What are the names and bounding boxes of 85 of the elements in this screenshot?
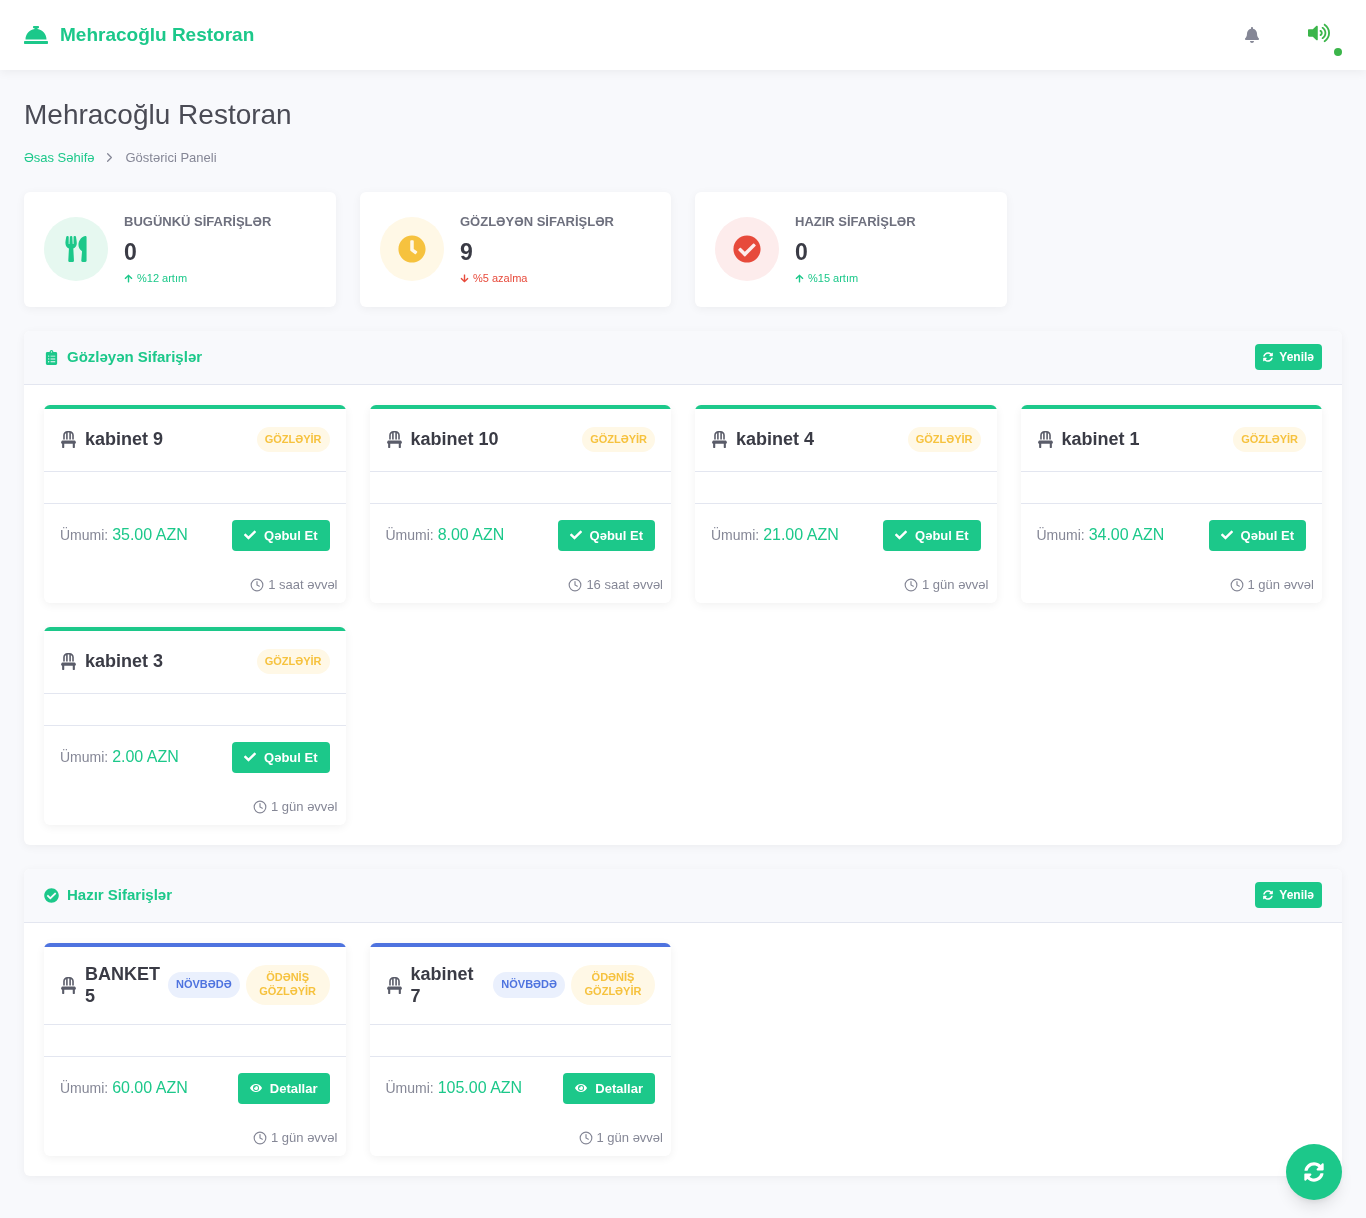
table-name: kabinet 9 <box>85 428 164 451</box>
details-button[interactable]: Detallar <box>237 1072 330 1104</box>
status-badge: NÖVBƏDƏ <box>168 972 240 998</box>
brand-link[interactable]: Mehracoğlu Restoran <box>60 20 255 50</box>
notifications-button[interactable] <box>1244 27 1260 43</box>
details-button[interactable]: Detallar <box>563 1072 655 1104</box>
accept-button[interactable]: Qəbul Et <box>883 519 981 551</box>
accept-button[interactable]: Qəbul Et <box>232 741 330 773</box>
order-total: Ümumi: 21.00 AZN <box>711 525 839 546</box>
check-icon <box>1220 529 1233 542</box>
order-total: Ümumi: 34.00 AZN <box>1036 525 1165 546</box>
order-time: 1 saat əvvəl <box>268 576 338 594</box>
order-total: Ümumi: 60.00 AZN <box>60 1078 188 1099</box>
refresh-button[interactable]: Yenilə <box>1255 344 1322 370</box>
breadcrumb-current: Göstərici Paneli <box>125 149 217 167</box>
table-name: kabinet 7 <box>410 962 474 1008</box>
order-total: Ümumi: 105.00 AZN <box>385 1078 523 1099</box>
order-time: 1 gün əvvəl <box>271 798 338 816</box>
stat-label: HAZIR SİFARİŞLƏR <box>795 212 916 231</box>
order-time: 16 saat əvvəl <box>586 576 663 594</box>
clock-icon <box>250 577 265 592</box>
status-badge: GÖZLƏYİR <box>582 426 655 453</box>
accept-button[interactable]: Qəbul Et <box>1208 519 1306 551</box>
eye-icon <box>575 1082 588 1095</box>
chair-icon <box>60 976 77 994</box>
eye-icon <box>249 1082 262 1095</box>
order-time: 1 gün əvvəl <box>922 576 989 594</box>
table-name: kabinet 3 <box>85 650 164 673</box>
order-time: 1 gün əvvəl <box>271 1129 338 1147</box>
chair-icon <box>385 976 403 994</box>
clock-icon <box>904 577 918 592</box>
order-total: Ümumi: 35.00 AZN <box>60 525 188 546</box>
stat-value: 9 <box>460 238 474 268</box>
stat-change: %5 azalma <box>473 270 528 286</box>
table-name: kabinet 1 <box>1061 428 1140 451</box>
check-icon <box>895 529 908 542</box>
utensils-icon <box>63 236 89 262</box>
clock-icon <box>578 1130 593 1145</box>
stat-value: 0 <box>795 238 809 268</box>
chair-icon <box>60 653 77 670</box>
accept-button[interactable]: Qəbul Et <box>557 519 655 551</box>
order-time: 1 gün əvvəl <box>1247 576 1314 594</box>
status-badge: GÖZLƏYİR <box>907 426 981 453</box>
table-name: BANKET 5 <box>85 962 160 1008</box>
chair-icon <box>1036 431 1054 448</box>
stat-label: BUGÜNKÜ SİFARİŞLƏR <box>124 212 272 231</box>
chair-icon <box>711 431 728 448</box>
clock-icon <box>398 235 426 263</box>
accept-button[interactable]: Qəbul Et <box>232 519 330 551</box>
clock-icon <box>253 799 267 814</box>
clock-icon <box>568 577 583 592</box>
refresh-icon <box>1304 1161 1324 1182</box>
status-badge: NÖVBƏDƏ <box>493 972 565 998</box>
panel-title: Hazır Sifarişlər <box>67 884 173 905</box>
order-time: 1 gün əvvəl <box>596 1129 663 1147</box>
stat-label: GÖZLƏYƏN SİFARİŞLƏR <box>460 212 614 231</box>
stat-change: %15 artım <box>808 270 859 286</box>
refresh-icon <box>1263 352 1274 362</box>
refresh-icon <box>1263 890 1274 900</box>
bell-dome-icon <box>24 23 48 47</box>
clock-icon <box>253 1130 267 1145</box>
status-badge: GÖZLƏYİR <box>1233 426 1306 453</box>
clock-icon <box>1229 577 1244 592</box>
status-badge: ÖDƏNİŞ GÖZLƏYİR <box>245 965 330 1005</box>
refresh-button[interactable]: Yenilə <box>1255 882 1322 908</box>
table-name: kabinet 4 <box>736 428 815 451</box>
chair-icon <box>60 431 77 448</box>
table-name: kabinet 10 <box>410 428 499 451</box>
status-badge: GÖZLƏYİR <box>256 648 330 675</box>
stat-value: 0 <box>124 238 138 268</box>
breadcrumb-link[interactable]: Əsas Səhifə <box>24 148 95 168</box>
chair-icon <box>385 431 403 448</box>
status-badge: ÖDƏNİŞ GÖZLƏYİR <box>571 965 655 1005</box>
check-icon <box>569 529 582 542</box>
check-icon <box>244 751 257 764</box>
bell-icon <box>1244 27 1260 43</box>
page-title: Mehracoğlu Restoran <box>24 98 293 132</box>
status-badge: GÖZLƏYİR <box>256 426 330 453</box>
panel-title: Gözləyən Sifarişlər <box>67 346 203 367</box>
order-total: Ümumi: 8.00 AZN <box>385 525 505 546</box>
clipboard-icon <box>44 349 59 365</box>
speaker-icon <box>1308 22 1330 44</box>
stat-change: %12 artım <box>137 270 188 286</box>
check-icon <box>244 529 257 542</box>
order-total: Ümumi: 2.00 AZN <box>60 747 179 768</box>
